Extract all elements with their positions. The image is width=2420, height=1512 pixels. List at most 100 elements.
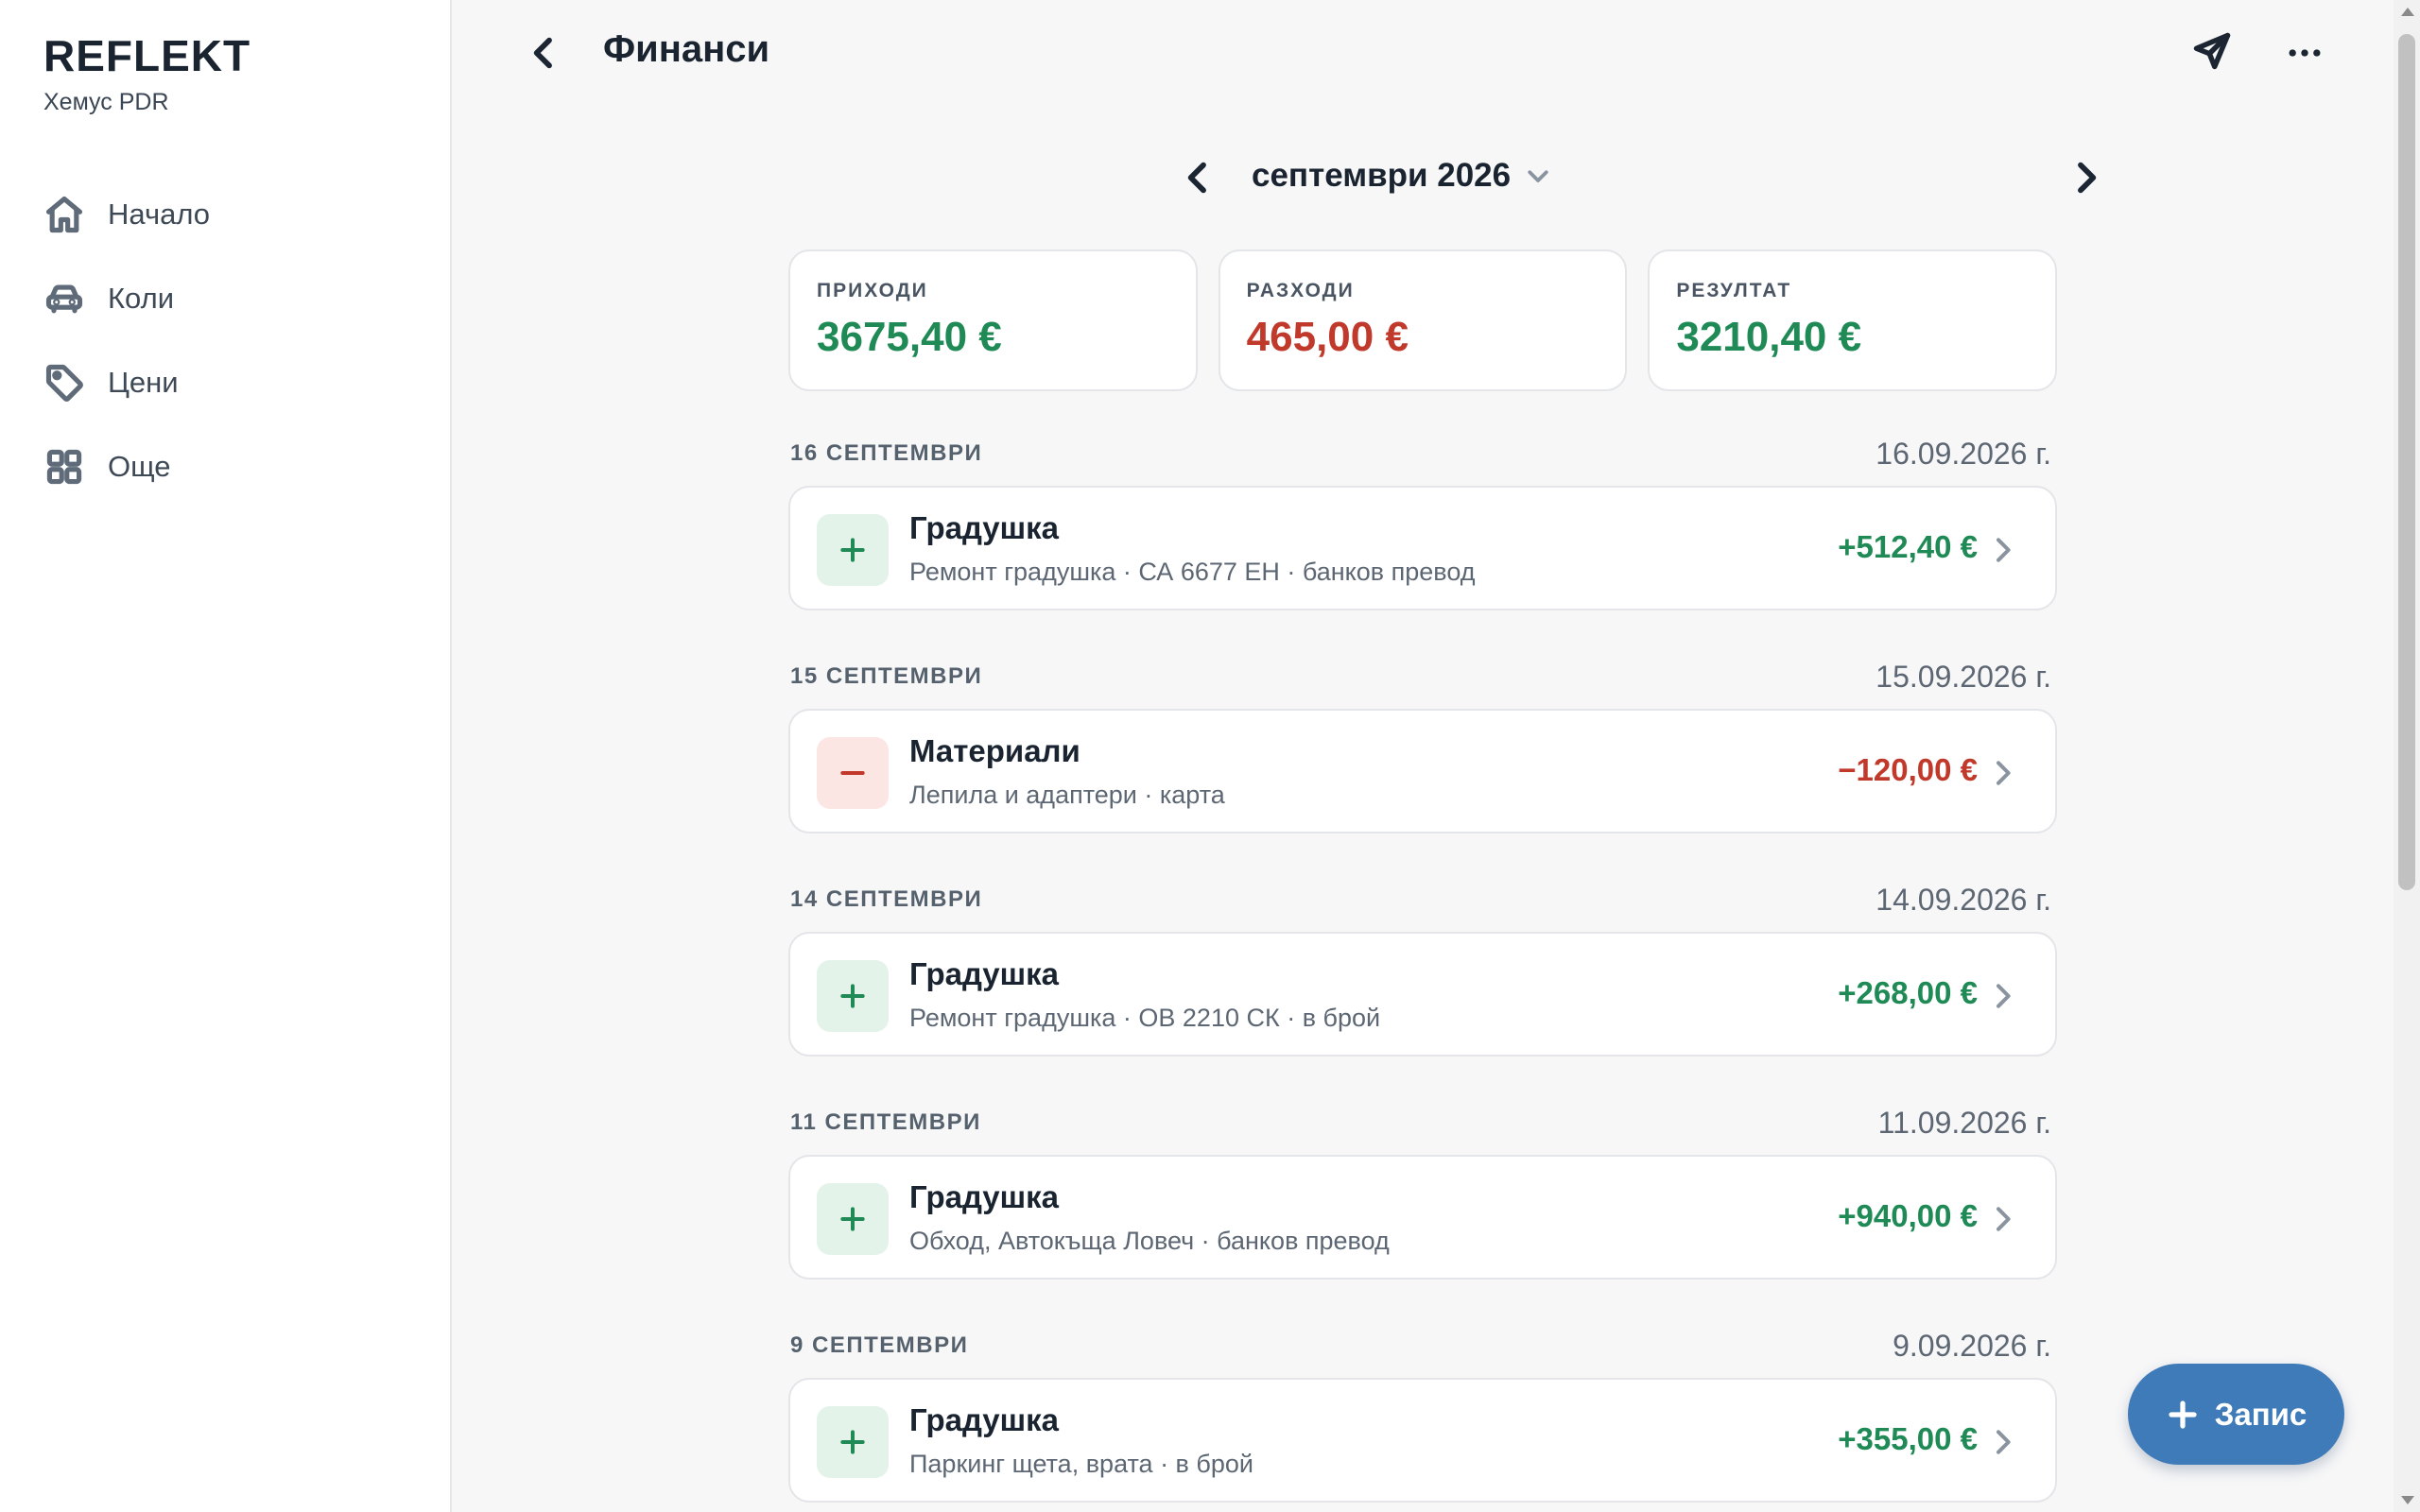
plus-icon [840,538,865,562]
transaction-amount: +512,40 € [1838,529,1978,564]
transaction-title: Градушка [909,1402,1060,1437]
chevron-right-icon [2078,162,2097,194]
transaction-title: Материали [909,733,1080,768]
transaction-amount: +940,00 € [1838,1198,1978,1233]
sidebar-item-prices[interactable]: Цени [43,340,210,424]
previous-month-button[interactable] [1180,159,1218,197]
transaction-list: 16 СЕПТЕМВРИ 16.09.2026 г. Градушка Ремо… [788,427,2057,1512]
month-picker[interactable]: септември 2026 [1252,157,1552,195]
chevron-right-icon [1987,758,2017,788]
page-title: Финанси [603,28,770,70]
transaction-details: Ремонт градушка · СА 6677 ЕН · банков пр… [909,558,1476,586]
sidebar-item-cars[interactable]: Коли [43,256,210,340]
transaction-title: Градушка [909,510,1060,545]
transaction-row[interactable]: Градушка Ремонт градушка · СА 6677 ЕН · … [788,486,2057,610]
summary-cards: ПРИХОДИ 3675,40 € РАЗХОДИ 465,00 € РЕЗУЛ… [788,249,2058,391]
month-label: септември 2026 [1252,157,1512,194]
income-label: ПРИХОДИ [817,280,928,301]
result-label: РЕЗУЛТАТ [1676,280,1792,301]
transaction-row[interactable]: Градушка Ремонт градушка · ОВ 2210 СК · … [788,932,2057,1057]
sidebar: REFLEKT Хемус PDR Начало Коли Цени Още [0,0,452,1512]
car-icon [45,284,83,313]
income-badge [817,1183,889,1255]
day-header: 15 СЕПТЕМВРИ 15.09.2026 г. [788,650,2057,709]
minus-icon [840,771,865,775]
transaction-amount: +355,00 € [1838,1421,1978,1456]
transaction-details: Обход, Автокъща Ловеч · банков превод [909,1227,1390,1255]
transaction-amount: −120,00 € [1838,752,1978,787]
scroll-up-arrow[interactable] [2401,8,2414,16]
add-record-button[interactable]: Запис [2128,1364,2344,1465]
chevron-right-icon [1987,1427,2017,1457]
day-date: 9.09.2026 г. [1893,1329,2051,1363]
chevron-down-icon [1528,170,1548,182]
transaction-row[interactable]: Градушка Обход, Автокъща Ловеч · банков … [788,1155,2057,1280]
income-badge [817,514,889,586]
transaction-details: Паркинг щета, врата · в брой [909,1450,1253,1478]
sidebar-item-more[interactable]: Още [43,424,210,508]
scroll-down-arrow[interactable] [2401,1496,2414,1504]
transaction-amount: +268,00 € [1838,975,1978,1010]
grid-icon [46,449,82,484]
expense-card: РАЗХОДИ 465,00 € [1218,249,1628,391]
transaction-details: Лепила и адаптери · карта [909,781,1225,809]
period-navigator: септември 2026 [1180,151,2097,204]
day-label: 9 СЕПТЕМВРИ [790,1332,969,1358]
send-icon [2193,32,2231,70]
day-date: 16.09.2026 г. [1876,437,2051,471]
chevron-right-icon [1987,1204,2017,1234]
more-options-button[interactable] [2282,30,2327,76]
expense-value: 465,00 € [1246,314,1409,360]
sidebar-item-label: Цени [108,365,179,399]
chevron-left-icon [533,37,552,69]
sidebar-item-label: Начало [108,197,211,231]
expense-badge [817,737,889,809]
add-record-label: Запис [2214,1396,2308,1432]
day-header: 14 СЕПТЕМВРИ 14.09.2026 г. [788,873,2057,932]
plus-icon [840,984,865,1008]
transaction-title: Градушка [909,956,1060,991]
more-icon [2289,49,2321,57]
tag-icon [45,364,83,402]
day-label: 15 СЕПТЕМВРИ [790,663,983,689]
main-content: Финанси септември 2026 ПРИХОДИ 3675,40 €… [452,0,2394,1512]
transaction-title: Градушка [909,1179,1060,1214]
top-bar: Финанси [452,0,2394,104]
chevron-right-icon [1987,535,2017,565]
day-label: 14 СЕПТЕМВРИ [790,886,983,912]
sidebar-item-label: Коли [108,281,175,315]
plus-icon [840,1207,865,1231]
plus-icon [840,1430,865,1454]
income-badge [817,960,889,1032]
transaction-row[interactable]: Материали Лепила и адаптери · карта −120… [788,709,2057,833]
day-header: 9 СЕПТЕМВРИ 9.09.2026 г. [788,1319,2057,1378]
income-card: ПРИХОДИ 3675,40 € [788,249,1198,391]
day-date: 15.09.2026 г. [1876,660,2051,694]
sidebar-item-home[interactable]: Начало [43,172,210,256]
transaction-row[interactable]: Градушка Паркинг щета, врата · в брой +3… [788,1378,2057,1503]
logo[interactable]: REFLEKT [43,34,251,77]
scrollbar[interactable] [2394,0,2420,1512]
plus-icon [2169,1400,2197,1429]
day-date: 14.09.2026 г. [1876,883,2051,917]
day-date: 11.09.2026 г. [1877,1106,2051,1140]
brand: REFLEKT Хемус PDR [43,34,251,116]
back-button[interactable] [520,28,569,77]
income-value: 3675,40 € [817,314,1002,360]
sidebar-nav: Начало Коли Цени Още [43,172,210,508]
next-month-button[interactable] [2066,159,2104,197]
day-header: 16 СЕПТЕМВРИ 16.09.2026 г. [788,427,2057,486]
income-badge [817,1406,889,1478]
expense-label: РАЗХОДИ [1246,280,1355,301]
day-label: 16 СЕПТЕМВРИ [790,440,983,466]
result-card: РЕЗУЛТАТ 3210,40 € [1648,249,2058,391]
sidebar-item-label: Още [108,449,171,483]
transaction-details: Ремонт градушка · ОВ 2210 СК · в брой [909,1004,1381,1032]
chevron-left-icon [1187,162,1206,194]
chevron-right-icon [1987,981,2017,1011]
send-button[interactable] [2191,30,2237,76]
result-value: 3210,40 € [1676,314,1862,360]
day-header: 11 СЕПТЕМВРИ 11.09.2026 г. [788,1096,2057,1155]
scroll-thumb[interactable] [2398,34,2415,890]
workspace-name: Хемус PDR [43,89,169,115]
